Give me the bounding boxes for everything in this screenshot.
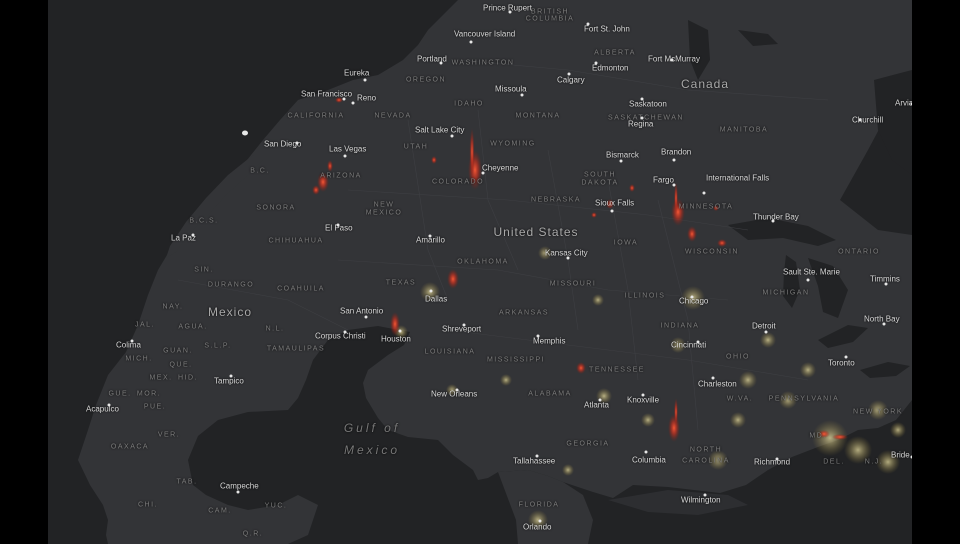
city-light-glow [592, 294, 604, 306]
heat-plume [713, 205, 719, 211]
heat-plume [431, 156, 437, 164]
city-marker[interactable] [336, 223, 340, 227]
city-marker[interactable] [672, 183, 676, 187]
heat-plume [818, 430, 830, 438]
heat-plume [576, 362, 586, 374]
city-light-glow [890, 422, 906, 438]
city-marker[interactable] [450, 134, 454, 138]
map-layer [78, 0, 912, 544]
city-marker[interactable] [351, 101, 355, 105]
city-marker[interactable] [439, 61, 443, 65]
city-marker[interactable] [535, 454, 539, 458]
heat-plume [312, 185, 320, 195]
city-marker[interactable] [619, 159, 623, 163]
heat-plume [591, 212, 597, 218]
heat-plume [629, 184, 635, 192]
city-light-glow [739, 371, 757, 389]
city-light-glow [800, 362, 816, 378]
city-marker[interactable] [771, 219, 775, 223]
city-marker[interactable] [882, 322, 886, 326]
city-marker[interactable] [295, 141, 299, 145]
city-marker[interactable] [229, 374, 233, 378]
city-marker[interactable] [764, 330, 768, 334]
city-light-glow [562, 464, 574, 476]
city-marker[interactable] [644, 450, 648, 454]
city-marker[interactable] [538, 519, 542, 523]
city-marker[interactable] [481, 171, 485, 175]
city-marker[interactable] [640, 97, 644, 101]
city-marker[interactable] [690, 295, 694, 299]
city-marker[interactable] [775, 457, 779, 461]
city-light-glow [500, 374, 512, 386]
city-marker[interactable] [398, 329, 402, 333]
city-light-glow [730, 412, 746, 428]
city-marker[interactable] [343, 154, 347, 158]
city-marker[interactable] [703, 493, 707, 497]
city-marker[interactable] [191, 233, 195, 237]
city-light-glow [876, 450, 900, 474]
city-marker[interactable] [469, 40, 473, 44]
city-marker[interactable] [363, 78, 367, 82]
map-canvas[interactable]: Canada United States Mexico Gulf of Mexico BR… [48, 0, 912, 544]
city-marker[interactable] [640, 116, 644, 120]
heat-plume [447, 269, 459, 289]
heat-plume [671, 198, 685, 226]
city-marker[interactable] [520, 93, 524, 97]
city-marker[interactable] [884, 282, 888, 286]
heat-plume [668, 414, 680, 442]
city-light-glow [596, 388, 612, 404]
city-marker[interactable] [130, 339, 134, 343]
city-marker[interactable] [586, 22, 590, 26]
heat-plume [674, 182, 678, 214]
city-marker[interactable] [641, 393, 645, 397]
city-marker[interactable] [364, 315, 368, 319]
heat-plume [674, 398, 678, 426]
city-marker[interactable] [672, 158, 676, 162]
heat-plume [327, 160, 333, 172]
heat-plume [469, 128, 475, 176]
city-marker[interactable] [910, 102, 912, 106]
city-marker[interactable] [566, 256, 570, 260]
heat-plume [717, 239, 727, 247]
city-marker[interactable] [342, 97, 346, 101]
city-light-glow [538, 246, 552, 260]
city-light-glow [641, 413, 655, 427]
city-marker[interactable] [702, 191, 706, 195]
hudson-bay [874, 70, 912, 175]
city-marker[interactable] [429, 289, 433, 293]
city-marker[interactable] [610, 209, 614, 213]
city-marker[interactable] [670, 58, 674, 62]
city-marker[interactable] [910, 455, 912, 459]
heat-plume [832, 434, 848, 440]
city-marker[interactable] [462, 323, 466, 327]
city-light-glow [868, 400, 888, 420]
land-caribbean [608, 490, 748, 515]
heat-plume [687, 226, 697, 242]
city-light-glow [670, 337, 686, 353]
city-marker[interactable] [428, 234, 432, 238]
city-marker[interactable] [508, 10, 512, 14]
city-marker[interactable] [567, 72, 571, 76]
city-marker[interactable] [844, 355, 848, 359]
city-marker[interactable] [711, 376, 715, 380]
city-light-glow [779, 391, 797, 409]
city-marker[interactable] [236, 490, 240, 494]
city-light-glow [760, 332, 776, 348]
city-marker[interactable] [858, 118, 862, 122]
city-marker[interactable] [343, 330, 347, 334]
heat-plume [606, 199, 614, 209]
city-marker[interactable] [536, 334, 540, 338]
city-marker[interactable] [594, 61, 598, 65]
city-marker[interactable] [598, 398, 602, 402]
city-marker[interactable] [696, 340, 700, 344]
city-marker[interactable] [107, 403, 111, 407]
city-light-glow [844, 436, 872, 464]
island-speck [242, 130, 248, 136]
city-marker[interactable] [455, 388, 459, 392]
city-light-glow [708, 450, 728, 470]
city-marker[interactable] [806, 278, 810, 282]
